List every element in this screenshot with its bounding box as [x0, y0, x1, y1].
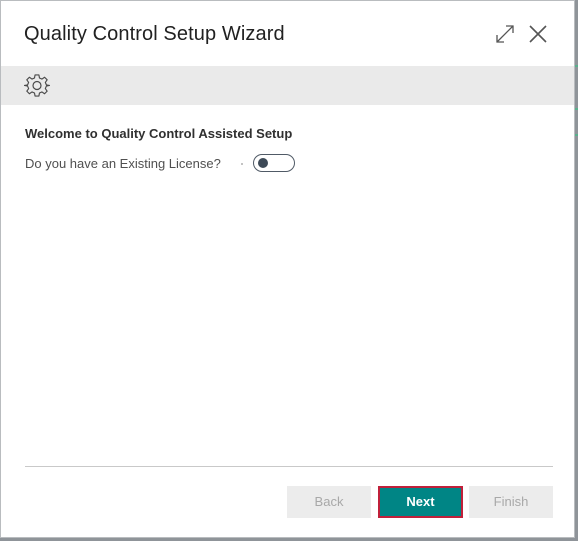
back-button[interactable]: Back	[287, 486, 371, 518]
field-separator-dot	[241, 163, 243, 165]
toggle-knob	[258, 158, 268, 168]
existing-license-toggle[interactable]	[253, 154, 295, 172]
gear-icon[interactable]	[23, 73, 51, 99]
action-toolbar	[1, 66, 574, 105]
next-button[interactable]: Next	[378, 486, 463, 518]
setup-wizard-dialog: Quality Control Setup Wizard Welcome to …	[0, 0, 575, 538]
finish-button[interactable]: Finish	[469, 486, 553, 518]
welcome-heading: Welcome to Quality Control Assisted Setu…	[25, 126, 293, 141]
expand-icon[interactable]	[494, 23, 516, 45]
dialog-title: Quality Control Setup Wizard	[24, 23, 285, 45]
close-icon[interactable]	[527, 23, 549, 45]
footer-divider	[25, 466, 553, 467]
existing-license-label: Do you have an Existing License?	[25, 156, 221, 171]
